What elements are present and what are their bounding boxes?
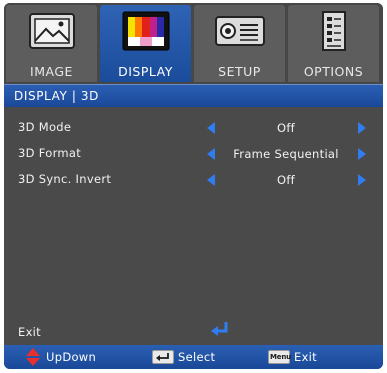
arrow-right-icon[interactable] xyxy=(358,174,366,186)
menu-key-icon: Menu xyxy=(268,350,291,364)
arrow-right-icon[interactable] xyxy=(358,122,366,134)
setting-value: Frame Sequential xyxy=(233,147,339,161)
arrow-right-icon[interactable] xyxy=(358,148,366,160)
projector-icon xyxy=(214,11,266,53)
image-icon xyxy=(26,11,78,53)
setting-value: Off xyxy=(276,173,296,187)
hint-exit: Menu Exit xyxy=(268,345,368,369)
menu-key-label: Menu xyxy=(270,353,291,361)
tab-image[interactable]: IMAGE xyxy=(6,5,97,82)
setting-value: Off xyxy=(276,121,296,135)
settings-panel: 3D Mode Off 3D Format Frame Sequential 3… xyxy=(4,107,383,345)
exit-row[interactable]: Exit xyxy=(4,321,383,343)
osd-menu: IMAGE DISPLAY SETUP OPTIONS DISPLAY | 3D… xyxy=(4,3,383,369)
hint-updown: UpDown xyxy=(22,345,122,369)
arrow-left-icon[interactable] xyxy=(207,122,215,134)
options-icon xyxy=(308,11,360,53)
setting-label: 3D Mode xyxy=(18,120,72,134)
tab-setup[interactable]: SETUP xyxy=(194,5,285,82)
setting-row-3d-mode[interactable]: 3D Mode Off xyxy=(4,117,383,139)
tab-setup-label: SETUP xyxy=(218,64,261,79)
hint-exit-label: Exit xyxy=(294,350,317,364)
footer-hints: UpDown Select Menu Exit xyxy=(4,345,383,369)
breadcrumb-bar: DISPLAY | 3D xyxy=(4,84,383,107)
hint-updown-label: UpDown xyxy=(46,350,97,364)
enter-key-icon xyxy=(152,350,174,364)
enter-icon[interactable] xyxy=(209,321,231,339)
setting-row-3d-sync-invert[interactable]: 3D Sync. Invert Off xyxy=(4,169,383,191)
tab-bar: IMAGE DISPLAY SETUP OPTIONS xyxy=(4,3,383,84)
breadcrumb: DISPLAY | 3D xyxy=(14,89,99,103)
tab-options[interactable]: OPTIONS xyxy=(288,5,379,82)
hint-select: Select xyxy=(150,345,240,369)
display-icon xyxy=(120,11,172,53)
tab-display-label: DISPLAY xyxy=(118,64,173,79)
updown-icon xyxy=(26,348,40,369)
tab-image-label: IMAGE xyxy=(30,64,73,79)
setting-label: 3D Sync. Invert xyxy=(18,172,112,186)
hint-select-label: Select xyxy=(178,350,216,364)
setting-label: 3D Format xyxy=(18,146,82,160)
tab-options-label: OPTIONS xyxy=(303,64,364,79)
setting-row-3d-format[interactable]: 3D Format Frame Sequential xyxy=(4,143,383,165)
exit-label: Exit xyxy=(18,325,41,339)
tab-display[interactable]: DISPLAY xyxy=(100,5,191,82)
arrow-left-icon[interactable] xyxy=(207,174,215,186)
arrow-left-icon[interactable] xyxy=(207,148,215,160)
